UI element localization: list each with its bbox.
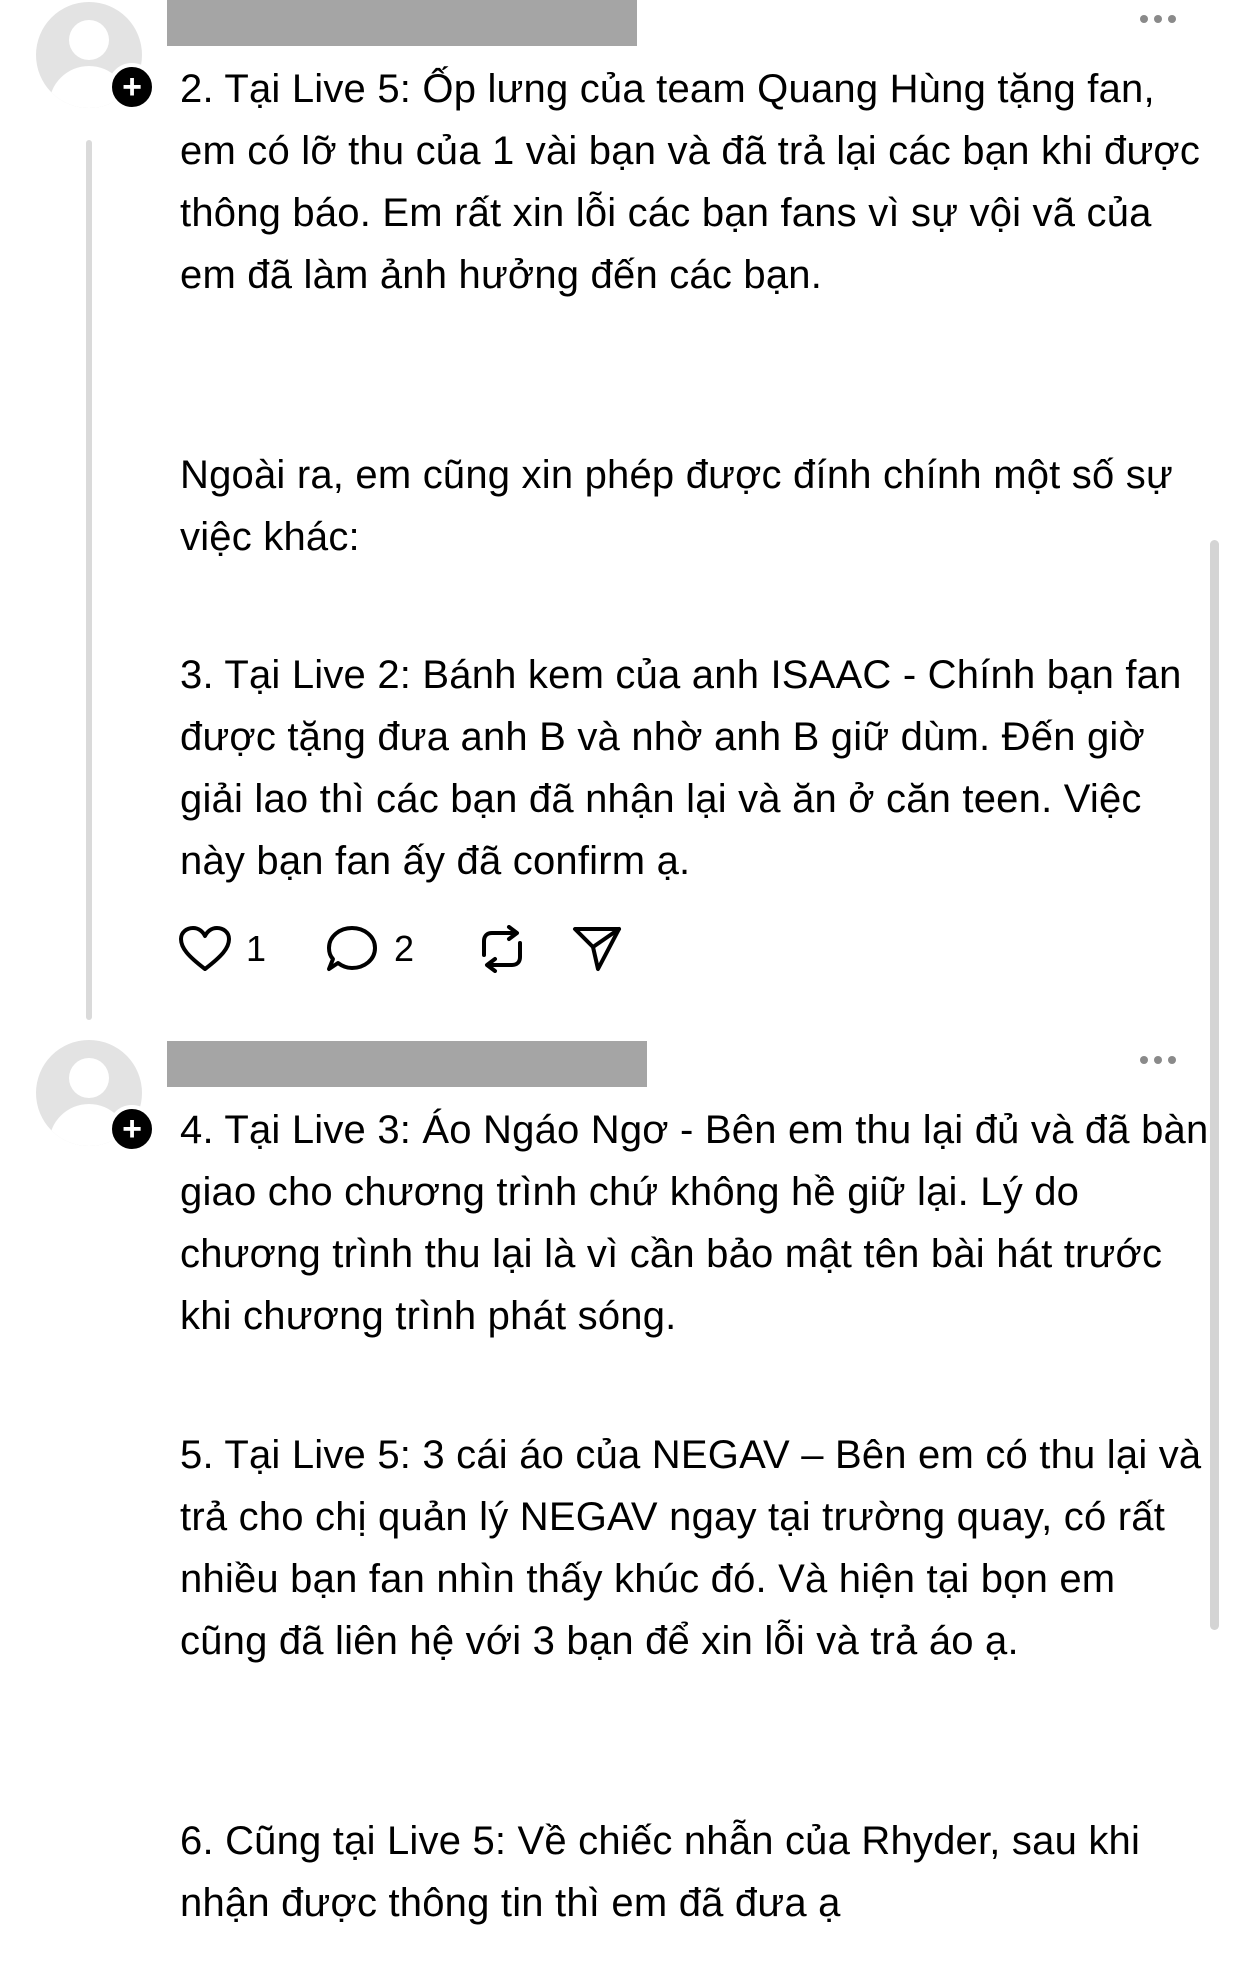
comment-icon	[327, 926, 378, 971]
heart-icon	[179, 926, 231, 971]
reply-button[interactable]: 2	[326, 925, 414, 973]
post-paragraph: 2. Tại Live 5: Ốp lưng của team Quang Hù…	[180, 67, 1201, 297]
more-options-icon[interactable]	[1140, 15, 1176, 23]
avatar-head-shape	[69, 20, 109, 60]
post-paragraph: 5. Tại Live 5: 3 cái áo của NEGAV – Bên …	[180, 1433, 1202, 1663]
reply-count: 2	[394, 928, 415, 969]
follow-plus-icon[interactable]: +	[108, 1105, 156, 1153]
repost-icon	[482, 925, 523, 973]
more-options-icon[interactable]	[1140, 1056, 1176, 1064]
follow-plus-icon[interactable]: +	[108, 63, 156, 111]
post-paragraph: 6. Cũng tại Live 5: Về chiếc nhẫn của Rh…	[180, 1819, 1141, 1925]
like-count: 1	[246, 928, 267, 969]
scrollbar[interactable]	[1210, 540, 1219, 1630]
post-actions-bar: 1 2	[178, 924, 622, 974]
redacted-username	[167, 0, 637, 46]
avatar-head-shape	[69, 1058, 109, 1098]
repost-button[interactable]	[476, 925, 528, 973]
post-paragraph: Ngoài ra, em cũng xin phép được đính chí…	[180, 453, 1173, 559]
post-paragraph: 3. Tại Live 2: Bánh kem của anh ISAAC - …	[180, 653, 1182, 883]
redacted-username	[167, 1041, 647, 1087]
post-paragraph: 4. Tại Live 3: Áo Ngáo Ngơ - Bên em thu …	[180, 1108, 1209, 1338]
like-button[interactable]: 1	[178, 926, 266, 972]
send-icon	[573, 927, 622, 971]
share-button[interactable]	[572, 925, 622, 973]
thread-connector-line	[86, 140, 92, 1020]
